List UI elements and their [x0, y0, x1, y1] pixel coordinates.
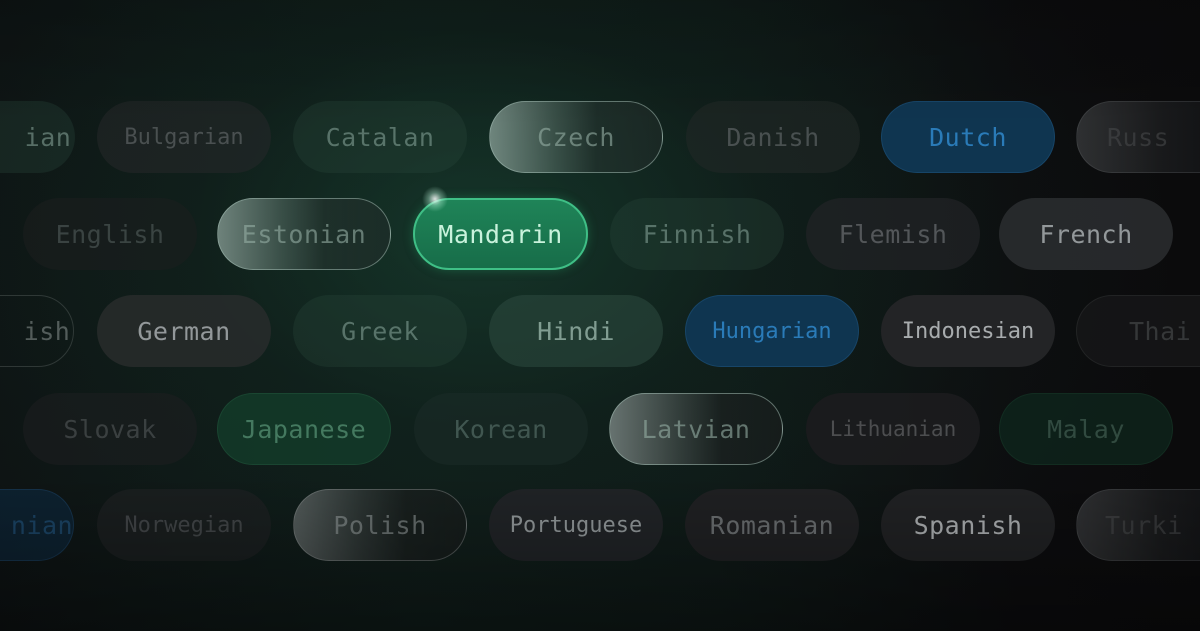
chip-label: Danish — [726, 122, 820, 152]
chip-label: Greek — [341, 316, 419, 346]
chip-label: ian — [24, 122, 72, 152]
language-chip-spanish[interactable]: Spanish — [881, 489, 1055, 561]
language-chip-flemish[interactable]: Flemish — [806, 198, 980, 270]
language-chip-czech[interactable]: Czech — [489, 101, 663, 173]
chip-label: Flemish — [838, 219, 948, 249]
chip-label: Latvian — [641, 414, 751, 444]
chip-label: German — [137, 316, 231, 346]
chip-label: Romanian — [709, 510, 835, 540]
chip-label: Spanish — [913, 510, 1023, 540]
language-chip-partial[interactable]: nian — [0, 489, 74, 561]
language-chip-french[interactable]: French — [999, 198, 1173, 270]
language-chip-hindi[interactable]: Hindi — [489, 295, 663, 367]
chip-label: Japanese — [241, 414, 367, 444]
chip-label: English — [55, 219, 165, 249]
language-chip-estonian[interactable]: Estonian — [217, 198, 391, 270]
language-chip-hungarian[interactable]: Hungarian — [685, 295, 859, 367]
chip-label: Russ — [1107, 122, 1170, 152]
chip-label: Bulgarian — [124, 124, 244, 150]
chip-label: nian — [10, 510, 74, 540]
language-chip-japanese[interactable]: Japanese — [217, 393, 391, 465]
language-chip-indonesian[interactable]: Indonesian — [881, 295, 1055, 367]
chip-label: Turki — [1105, 510, 1183, 540]
language-chip-german[interactable]: German — [97, 295, 271, 367]
language-chip-partial[interactable]: ian — [0, 101, 75, 173]
language-chip-romanian[interactable]: Romanian — [685, 489, 859, 561]
chip-label: Korean — [454, 414, 548, 444]
language-chip-latvian[interactable]: Latvian — [609, 393, 783, 465]
language-chip-polish[interactable]: Polish — [293, 489, 467, 561]
language-chip-thai[interactable]: Thai — [1076, 295, 1200, 367]
language-chip-malay[interactable]: Malay — [999, 393, 1173, 465]
chip-label: Slovak — [63, 414, 157, 444]
language-chip-finnish[interactable]: Finnish — [610, 198, 784, 270]
chip-label: Catalan — [325, 122, 435, 152]
language-chip-norwegian[interactable]: Norwegian — [97, 489, 271, 561]
language-chip-partial[interactable]: ish — [0, 295, 74, 367]
chip-label: Estonian — [241, 219, 367, 249]
language-chip-greek[interactable]: Greek — [293, 295, 467, 367]
language-chip-bulgarian[interactable]: Bulgarian — [97, 101, 271, 173]
chip-label: Polish — [333, 510, 427, 540]
language-chip-danish[interactable]: Danish — [686, 101, 860, 173]
chip-label: Portuguese — [509, 512, 643, 538]
language-chip-english[interactable]: English — [23, 198, 197, 270]
chip-label: Mandarin — [438, 219, 563, 249]
language-chip-lithuanian[interactable]: Lithuanian — [806, 393, 980, 465]
chip-label: Thai — [1129, 316, 1192, 346]
chip-label: Indonesian — [901, 318, 1035, 344]
chip-label: Hindi — [537, 316, 615, 346]
chip-label: Norwegian — [124, 512, 244, 538]
chip-label: Malay — [1047, 414, 1125, 444]
language-chip-slovak[interactable]: Slovak — [23, 393, 197, 465]
chip-label: ish — [23, 316, 71, 346]
chip-label: French — [1039, 219, 1133, 249]
language-chip-catalan[interactable]: Catalan — [293, 101, 467, 173]
language-chip-russian[interactable]: Russ — [1076, 101, 1200, 173]
language-chip-portuguese[interactable]: Portuguese — [489, 489, 663, 561]
chip-label: Hungarian — [712, 318, 832, 344]
chip-label: Lithuanian — [829, 417, 957, 441]
language-chip-dutch[interactable]: Dutch — [881, 101, 1055, 173]
chip-label: Czech — [537, 122, 615, 152]
chip-label: Dutch — [929, 122, 1007, 152]
language-chip-turkish[interactable]: Turki — [1076, 489, 1200, 561]
chip-label: Finnish — [642, 219, 752, 249]
language-chip-korean[interactable]: Korean — [414, 393, 588, 465]
language-chip-mandarin[interactable]: Mandarin — [413, 198, 588, 270]
